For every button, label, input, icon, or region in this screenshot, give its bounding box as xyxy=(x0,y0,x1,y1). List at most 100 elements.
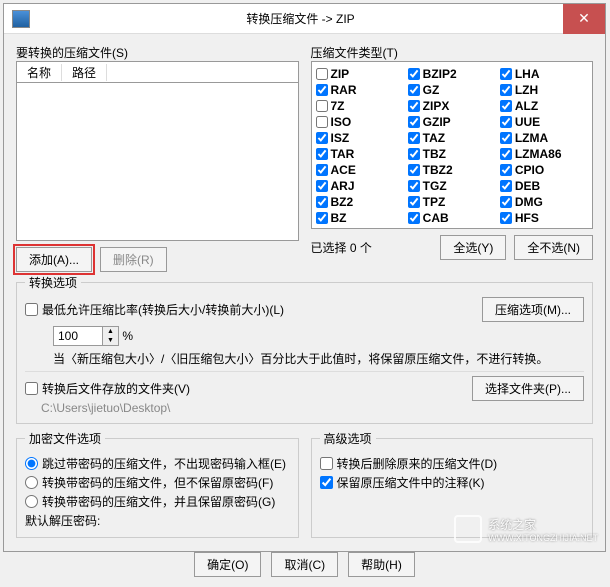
type-checkbox[interactable] xyxy=(500,84,512,96)
dialog-window: 转换压缩文件 -> ZIP ✕ 要转换的压缩文件(S) 名称 路径 添加(A).… xyxy=(3,3,606,552)
type-checkbox[interactable] xyxy=(408,196,420,208)
type-checkbox[interactable] xyxy=(316,180,328,192)
type-checkbox[interactable] xyxy=(500,116,512,128)
type-label: TBZ xyxy=(423,147,446,161)
ratio-input[interactable] xyxy=(53,326,103,346)
type-checkbox[interactable] xyxy=(500,196,512,208)
type-item-iso[interactable]: ISO xyxy=(316,114,404,130)
type-item-tpz[interactable]: TPZ xyxy=(408,194,496,210)
type-label: LZH xyxy=(515,83,538,97)
type-checkbox[interactable] xyxy=(316,68,328,80)
type-checkbox[interactable] xyxy=(500,180,512,192)
type-checkbox[interactable] xyxy=(500,132,512,144)
remove-button: 删除(R) xyxy=(100,247,167,272)
type-label: DEB xyxy=(515,179,540,193)
content-area: 要转换的压缩文件(S) 名称 路径 添加(A)... 删除(R) 压缩文件类型(… xyxy=(4,34,605,587)
type-checkbox[interactable] xyxy=(500,148,512,160)
ratio-checkbox[interactable] xyxy=(25,303,38,316)
pct-label: % xyxy=(122,329,133,343)
type-item-bz2[interactable]: BZ2 xyxy=(316,194,404,210)
type-checkbox[interactable] xyxy=(316,196,328,208)
type-item-hfs[interactable]: HFS xyxy=(500,210,588,226)
type-item-rar[interactable]: RAR xyxy=(316,82,404,98)
type-item-taz[interactable]: TAZ xyxy=(408,130,496,146)
convert-legend: 转换选项 xyxy=(25,274,81,291)
close-button[interactable]: ✕ xyxy=(563,4,605,34)
type-label: LZMA xyxy=(515,131,548,145)
type-item-lha[interactable]: LHA xyxy=(500,66,588,82)
type-label: HFS xyxy=(515,211,539,225)
type-label: TAZ xyxy=(423,131,445,145)
type-checkbox[interactable] xyxy=(316,116,328,128)
col-name[interactable]: 名称 xyxy=(17,64,62,81)
keep-comment-checkbox[interactable] xyxy=(320,476,333,489)
type-checkbox[interactable] xyxy=(500,68,512,80)
type-checkbox[interactable] xyxy=(408,212,420,224)
type-item-lzh[interactable]: LZH xyxy=(500,82,588,98)
watermark: 系统之家 WWW.XITONGZHIJIA.NET xyxy=(454,515,598,543)
type-item-cpio[interactable]: CPIO xyxy=(500,162,588,178)
type-item-bzip2[interactable]: BZIP2 xyxy=(408,66,496,82)
type-item-isz[interactable]: ISZ xyxy=(316,130,404,146)
ratio-spinner[interactable]: ▲▼ xyxy=(103,326,119,346)
folder-checkbox[interactable] xyxy=(25,382,38,395)
type-checkbox[interactable] xyxy=(500,100,512,112)
file-list[interactable] xyxy=(16,83,299,241)
type-item-gzip[interactable]: GZIP xyxy=(408,114,496,130)
type-item-lzma[interactable]: LZMA xyxy=(500,130,588,146)
type-checkbox[interactable] xyxy=(500,164,512,176)
ratio-note: 当〈新压缩包大小〉/〈旧压缩包大小〉百分比大于此值时，将保留原压缩文件，不进行转… xyxy=(25,350,584,367)
type-checkbox[interactable] xyxy=(500,212,512,224)
type-checkbox[interactable] xyxy=(316,212,328,224)
type-label: BZ2 xyxy=(331,195,354,209)
watermark-logo xyxy=(454,515,482,543)
type-checkbox[interactable] xyxy=(408,148,420,160)
type-item-dmg[interactable]: DMG xyxy=(500,194,588,210)
type-checkbox[interactable] xyxy=(316,100,328,112)
type-item-tar[interactable]: TAR xyxy=(316,146,404,162)
type-list[interactable]: ZIP BZIP2 LHA RAR GZ LZH 7ZZIPXALZ ISOGZIPUUE IS… xyxy=(311,61,594,229)
type-item-zipx[interactable]: ZIPX xyxy=(408,98,496,114)
type-checkbox[interactable] xyxy=(408,164,420,176)
type-checkbox[interactable] xyxy=(408,132,420,144)
encrypt-keeppwd-radio[interactable] xyxy=(25,495,38,508)
type-checkbox[interactable] xyxy=(316,132,328,144)
col-path[interactable]: 路径 xyxy=(62,64,107,81)
type-item-ace[interactable]: ACE xyxy=(316,162,404,178)
type-item-tgz[interactable]: TGZ xyxy=(408,178,496,194)
type-checkbox[interactable] xyxy=(316,84,328,96)
type-item-uue[interactable]: UUE xyxy=(500,114,588,130)
type-item-tbz[interactable]: TBZ xyxy=(408,146,496,162)
type-checkbox[interactable] xyxy=(408,116,420,128)
type-checkbox[interactable] xyxy=(408,100,420,112)
type-checkbox[interactable] xyxy=(316,148,328,160)
select-all-button[interactable]: 全选(Y) xyxy=(440,235,506,260)
type-label: BZIP2 xyxy=(423,67,457,81)
type-item-deb[interactable]: DEB xyxy=(500,178,588,194)
type-item-tbz2[interactable]: TBZ2 xyxy=(408,162,496,178)
select-folder-button[interactable]: 选择文件夹(P)... xyxy=(472,376,584,401)
delete-orig-checkbox[interactable] xyxy=(320,457,333,470)
type-checkbox[interactable] xyxy=(408,84,420,96)
type-label: LHA xyxy=(515,67,540,81)
encrypt-nopwd-radio[interactable] xyxy=(25,476,38,489)
select-none-button[interactable]: 全不选(N) xyxy=(514,235,593,260)
window-title: 转换压缩文件 -> ZIP xyxy=(38,10,563,27)
compress-options-button[interactable]: 压缩选项(M)... xyxy=(482,297,584,322)
type-item-gz[interactable]: GZ xyxy=(408,82,496,98)
type-checkbox[interactable] xyxy=(408,68,420,80)
type-item-alz[interactable]: ALZ xyxy=(500,98,588,114)
type-item-bz[interactable]: BZ xyxy=(316,210,404,226)
advanced-legend: 高级选项 xyxy=(320,430,376,447)
type-item-zip[interactable]: ZIP xyxy=(316,66,404,82)
type-item-7z[interactable]: 7Z xyxy=(316,98,404,114)
encrypt-skip-radio[interactable] xyxy=(25,457,38,470)
add-button[interactable]: 添加(A)... xyxy=(16,247,92,272)
type-checkbox[interactable] xyxy=(408,180,420,192)
type-label: GZ xyxy=(423,83,440,97)
type-item-cab[interactable]: CAB xyxy=(408,210,496,226)
type-item-lzma86[interactable]: LZMA86 xyxy=(500,146,588,162)
type-checkbox[interactable] xyxy=(316,164,328,176)
type-item-arj[interactable]: ARJ xyxy=(316,178,404,194)
type-label: TAR xyxy=(331,147,355,161)
